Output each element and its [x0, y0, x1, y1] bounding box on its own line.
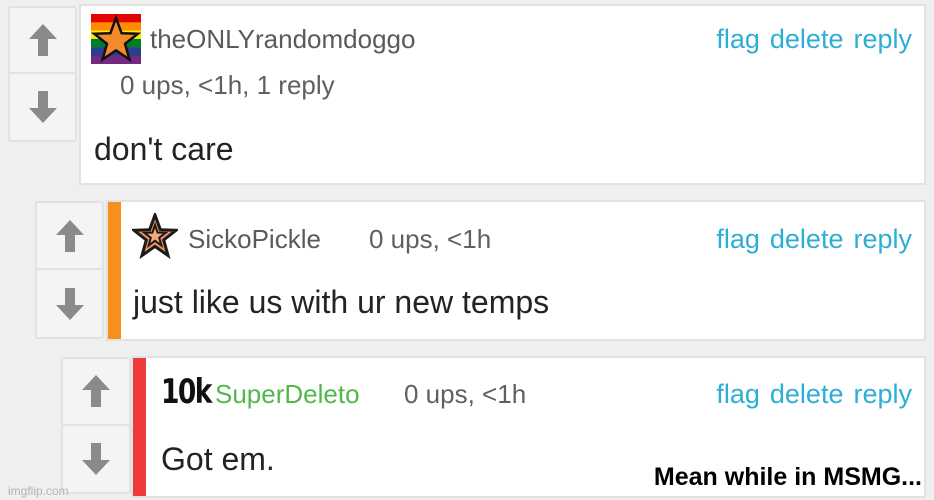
comment-username[interactable]: SuperDeleto — [215, 379, 360, 410]
comment-meta: 0 ups, <1h — [369, 224, 492, 254]
comment-username[interactable]: theONLYrandomdoggo — [150, 24, 415, 55]
flag-link[interactable]: flag — [716, 24, 760, 54]
comment-text: Got em. — [161, 441, 275, 477]
delete-link[interactable]: delete — [770, 379, 844, 409]
comment-card-1: theONLYrandomdoggo flag delete reply 0 ups… — [79, 4, 926, 185]
meme-caption: Mean while in MSMG... — [653, 463, 922, 491]
comment-meta: 0 ups, <1h — [404, 379, 527, 409]
thread-color-bar — [108, 202, 121, 339]
up-arrow-icon — [28, 24, 57, 56]
downvote-button[interactable] — [10, 74, 75, 140]
downvote-button[interactable] — [63, 426, 129, 493]
comment-card-2: SickoPickle 0 ups, <1h flag delete reply j… — [106, 200, 926, 341]
watermark: imgflip.com — [8, 484, 69, 498]
vote-box-1 — [8, 6, 77, 142]
flag-link[interactable]: flag — [716, 224, 760, 254]
up-arrow-icon — [82, 375, 110, 408]
vote-box-3 — [61, 357, 131, 494]
comment-text: just like us with ur new temps — [133, 284, 550, 320]
up-arrow-icon — [55, 219, 84, 252]
rainbow-star-avatar-icon — [91, 14, 141, 64]
down-arrow-icon — [55, 287, 84, 320]
star-avatar-icon — [132, 213, 178, 259]
down-arrow-icon — [82, 442, 110, 475]
comment-actions: flag delete reply — [706, 224, 912, 255]
downvote-button[interactable] — [37, 270, 102, 337]
comment-text: don't care — [94, 131, 234, 167]
upvote-button[interactable] — [10, 8, 75, 74]
vote-box-2 — [35, 201, 104, 339]
comment-username[interactable]: SickoPickle — [188, 224, 321, 255]
flag-link[interactable]: flag — [716, 379, 760, 409]
down-arrow-icon — [28, 91, 57, 123]
comment-actions: flag delete reply — [706, 24, 912, 55]
reply-link[interactable]: reply — [853, 379, 912, 409]
comment-meta: 0 ups, <1h, 1 reply — [120, 70, 335, 100]
thread-color-bar — [133, 358, 146, 496]
reply-link[interactable]: reply — [853, 224, 912, 254]
reply-link[interactable]: reply — [853, 24, 912, 54]
upvote-button[interactable] — [63, 359, 129, 426]
points-badge: 10k — [161, 372, 212, 412]
upvote-button[interactable] — [37, 203, 102, 270]
delete-link[interactable]: delete — [770, 224, 844, 254]
delete-link[interactable]: delete — [770, 24, 844, 54]
comment-actions: flag delete reply — [706, 379, 912, 410]
